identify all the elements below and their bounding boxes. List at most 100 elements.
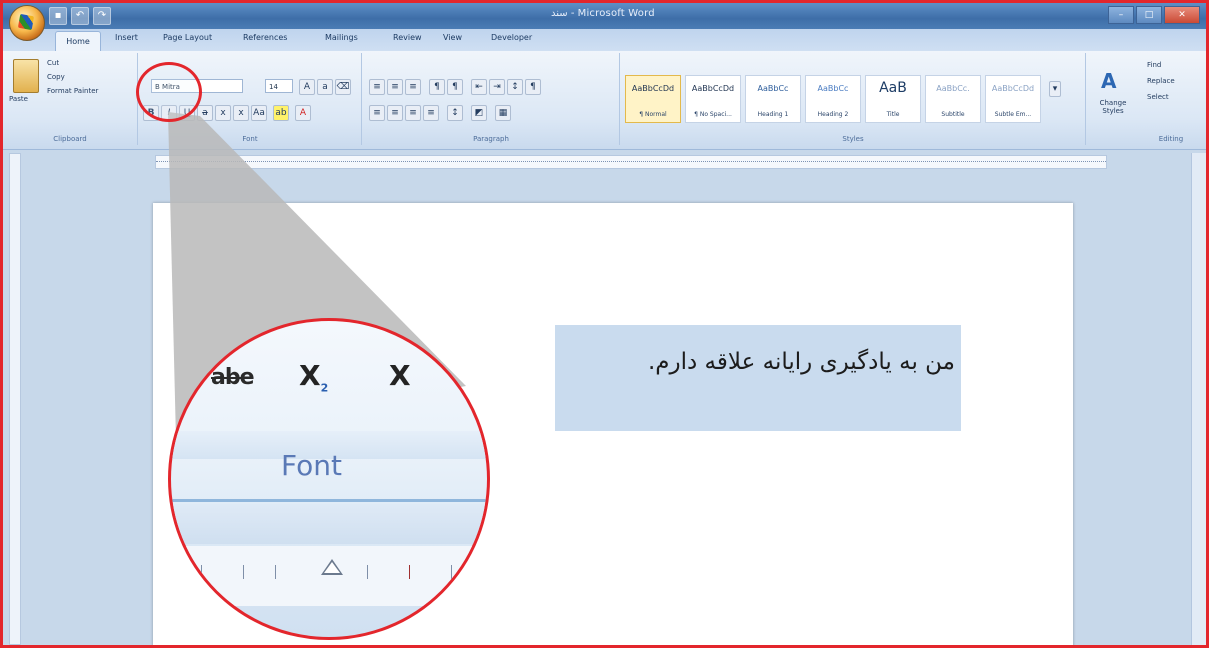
- style-title[interactable]: AaB Title: [865, 75, 921, 123]
- subscript-symbol: X: [299, 359, 321, 392]
- show-marks-icon[interactable]: ¶: [525, 79, 541, 95]
- styles-group: AaBbCcDd ¶ Normal AaBbCcDd ¶ No Spaci...…: [621, 53, 1086, 145]
- tab-mailings[interactable]: Mailings: [325, 33, 358, 42]
- rtl-icon[interactable]: ¶: [429, 79, 445, 95]
- shrink-font-icon[interactable]: a: [317, 79, 333, 95]
- change-case-icon[interactable]: Aa: [251, 105, 267, 121]
- font-color-icon[interactable]: A: [295, 105, 311, 121]
- style-sample: AaB: [879, 80, 907, 96]
- find-button[interactable]: Find: [1147, 61, 1161, 69]
- paragraph-group: ≡ ≡ ≡ ¶ ¶ ⇤ ⇥ ↕ ¶ ≡ ≡ ≡ ≡ ↕ ◩ ▦ Paragrap…: [363, 53, 620, 145]
- clipboard-group-label: Clipboard: [53, 135, 87, 143]
- replace-button[interactable]: Replace: [1147, 77, 1175, 85]
- style-sample: AaBbCcDd: [691, 84, 735, 93]
- editing-group-label: Editing: [1158, 135, 1184, 143]
- document-text[interactable]: من به یادگیری رایانه علاقه دارم.: [563, 349, 955, 375]
- quick-access-toolbar: ▪ ↶ ↷: [49, 7, 111, 25]
- vertical-scrollbar[interactable]: [1191, 153, 1206, 645]
- minimize-button[interactable]: –: [1108, 6, 1134, 24]
- undo-icon[interactable]: ↶: [71, 7, 89, 25]
- style-sample: AaBbCc: [757, 84, 789, 93]
- line-spacing-icon[interactable]: ↕: [447, 105, 463, 121]
- tab-developer[interactable]: Developer: [491, 33, 532, 42]
- style-heading-2[interactable]: AaBbCc Heading 2: [805, 75, 861, 123]
- tab-page-layout[interactable]: Page Layout: [163, 33, 212, 42]
- window-controls: – □ ✕: [1108, 6, 1200, 24]
- tab-insert[interactable]: Insert: [115, 33, 138, 42]
- style-normal[interactable]: AaBbCcDd ¶ Normal: [625, 75, 681, 123]
- strikethrough-icon-magnified: abe: [211, 365, 255, 390]
- paragraph-group-label: Paragraph: [473, 135, 509, 143]
- style-name: ¶ No Spaci...: [694, 111, 732, 118]
- tab-review[interactable]: Review: [393, 33, 422, 42]
- align-left-icon[interactable]: ≡: [369, 105, 385, 121]
- cut-button[interactable]: Cut: [47, 59, 59, 67]
- multilevel-list-icon[interactable]: ≡: [405, 79, 421, 95]
- numbering-icon[interactable]: ≡: [387, 79, 403, 95]
- styles-more-icon[interactable]: ▾: [1049, 81, 1061, 97]
- highlight-ring-small: [136, 62, 202, 122]
- strikethrough-icon[interactable]: a: [197, 105, 213, 121]
- style-subtle-emphasis[interactable]: AaBbCcDd Subtle Em...: [985, 75, 1041, 123]
- close-button[interactable]: ✕: [1164, 6, 1200, 24]
- format-painter-button[interactable]: Format Painter: [47, 87, 98, 95]
- font-group-label-magnified: Font: [281, 449, 342, 482]
- font-group-label: Font: [242, 135, 258, 143]
- decrease-indent-icon[interactable]: ⇤: [471, 79, 487, 95]
- style-heading-1[interactable]: AaBbCc Heading 1: [745, 75, 801, 123]
- paste-icon[interactable]: [13, 59, 39, 93]
- style-no-spacing[interactable]: AaBbCcDd ¶ No Spaci...: [685, 75, 741, 123]
- justify-icon[interactable]: ≡: [423, 105, 439, 121]
- horizontal-ruler[interactable]: [155, 155, 1107, 169]
- magnifier-circle: abe X2 X Font: [168, 318, 490, 640]
- tab-home[interactable]: Home: [55, 31, 101, 52]
- superscript-icon-magnified: X: [389, 359, 411, 392]
- align-center-icon[interactable]: ≡: [387, 105, 403, 121]
- style-name: Title: [886, 111, 900, 118]
- change-styles-button[interactable]: A Change Styles: [1093, 69, 1133, 125]
- increase-indent-icon[interactable]: ⇥: [489, 79, 505, 95]
- vertical-ruler[interactable]: [9, 153, 21, 645]
- editing-group: Find Replace Select Editing: [1139, 53, 1203, 145]
- ltr-icon[interactable]: ¶: [447, 79, 463, 95]
- style-sample: AaBbCc: [817, 84, 849, 93]
- maximize-button[interactable]: □: [1136, 6, 1162, 24]
- window-title: سند - Microsoft Word: [551, 8, 655, 19]
- sort-icon[interactable]: ↕: [507, 79, 523, 95]
- style-name: ¶ Normal: [639, 111, 667, 118]
- office-button-icon[interactable]: [9, 5, 45, 41]
- style-name: Heading 2: [817, 111, 849, 118]
- style-subtitle[interactable]: AaBbCc. Subtitle: [925, 75, 981, 123]
- style-name: Subtle Em...: [994, 111, 1032, 118]
- style-sample: AaBbCc.: [936, 84, 970, 93]
- tab-references[interactable]: References: [243, 33, 287, 42]
- title-bar: ▪ ↶ ↷ سند - Microsoft Word – □ ✕: [3, 3, 1206, 29]
- clear-formatting-icon[interactable]: ⌫: [335, 79, 351, 95]
- align-right-icon[interactable]: ≡: [405, 105, 421, 121]
- style-name: Heading 1: [757, 111, 789, 118]
- styles-group-label: Styles: [842, 135, 864, 143]
- borders-icon[interactable]: ▦: [495, 105, 511, 121]
- highlight-icon[interactable]: ab: [273, 105, 289, 121]
- ribbon-tabs: Home Insert Page Layout References Maili…: [3, 29, 1206, 52]
- redo-icon[interactable]: ↷: [93, 7, 111, 25]
- style-sample: AaBbCcDd: [991, 84, 1035, 93]
- save-icon[interactable]: ▪: [49, 7, 67, 25]
- indent-marker-icon: [321, 559, 343, 575]
- select-button[interactable]: Select: [1147, 93, 1169, 101]
- tab-view[interactable]: View: [443, 33, 462, 42]
- shading-icon[interactable]: ◩: [471, 105, 487, 121]
- paste-button[interactable]: Paste: [9, 95, 28, 103]
- subscript-icon-magnified: X2: [299, 359, 328, 395]
- copy-button[interactable]: Copy: [47, 73, 65, 81]
- subscript-index: 2: [320, 381, 329, 395]
- change-styles-icon: A: [1101, 69, 1117, 93]
- superscript-icon[interactable]: x: [233, 105, 249, 121]
- grow-font-icon[interactable]: A: [299, 79, 315, 95]
- style-name: Subtitle: [941, 111, 965, 118]
- clipboard-group: Paste Cut Copy Format Painter Clipboard: [3, 53, 138, 145]
- font-size-combo[interactable]: 14: [265, 79, 293, 93]
- subscript-icon[interactable]: x: [215, 105, 231, 121]
- change-styles-label: Change Styles: [1099, 99, 1127, 115]
- bullets-icon[interactable]: ≡: [369, 79, 385, 95]
